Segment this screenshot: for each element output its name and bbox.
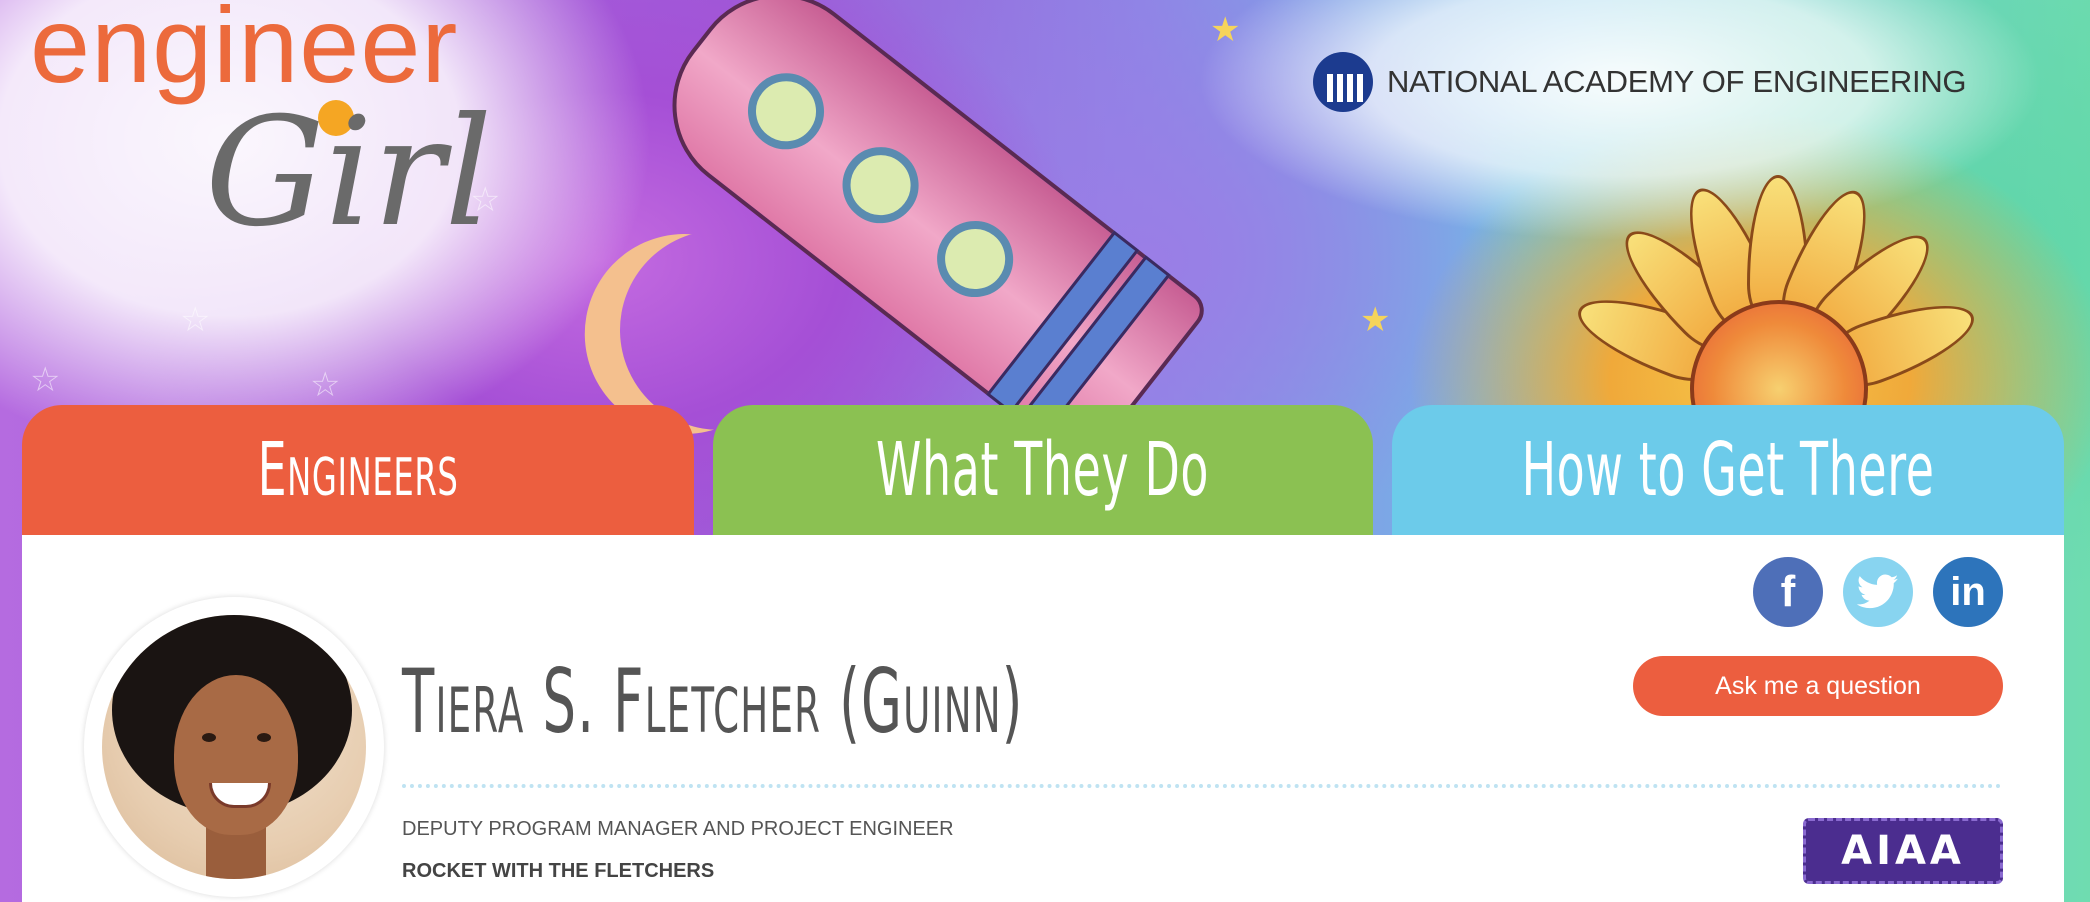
nae-logo-text: NATIONAL ACADEMY OF ENGINEERING [1387,64,1967,99]
facebook-icon: f [1780,567,1796,616]
organization: ROCKET WITH THE FLETCHERS [402,860,715,882]
star-decoration: ★ [1360,301,1391,339]
ask-question-button[interactable]: Ask me a question [1633,656,2003,716]
tab-how-to-get-there[interactable]: How to Get There [1392,405,2064,535]
engineer-girl-logo-script[interactable]: Girl [205,86,492,260]
star-decoration: ☆ [180,301,211,339]
profile-photo [102,615,366,879]
profile-name: Tiera S. Fletcher (Guinn) [402,650,1024,753]
tab-what-they-do[interactable]: What They Do [713,405,1373,535]
tab-engineers[interactable]: Engineers [22,405,694,535]
aiaa-badge[interactable]: AIAA [1803,818,2003,884]
linkedin-share-button[interactable]: in [1933,557,2003,627]
star-decoration: ★ [1210,11,1241,49]
nae-seal-icon [1313,52,1373,112]
twitter-icon [1857,574,1899,609]
twitter-share-button[interactable] [1843,557,1913,627]
tab-how-to-get-there-label: How to Get There [1521,427,1935,513]
name-divider [402,784,2002,788]
avatar [84,597,384,897]
star-decoration: ☆ [30,361,61,399]
job-title: DEPUTY PROGRAM MANAGER AND PROJECT ENGIN… [402,818,954,840]
linkedin-icon: in [1950,569,1986,614]
facebook-share-button[interactable]: f [1753,557,1823,627]
tab-engineers-label: Engineers [257,427,459,513]
star-decoration: ☆ [310,366,341,404]
nae-logo[interactable]: NATIONAL ACADEMY OF ENGINEERING [1313,52,1967,112]
tab-what-they-do-label: What They Do [876,427,1210,513]
